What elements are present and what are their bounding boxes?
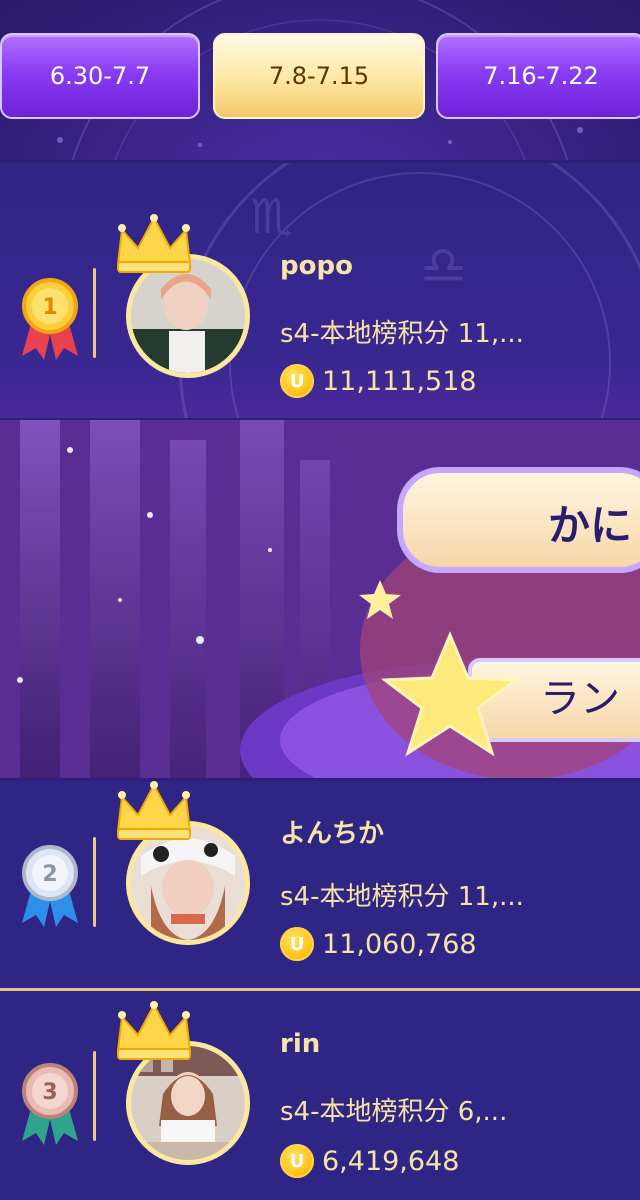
- svg-text:♏: ♏: [250, 189, 293, 245]
- bronze-medal-icon: 3: [22, 1063, 78, 1145]
- user-name: よんちか: [280, 819, 385, 849]
- svg-text:ラン: ラン: [540, 676, 620, 722]
- score-text: s4-本地榜积分 11,...: [280, 882, 524, 912]
- coin-icon: U: [280, 364, 314, 398]
- svg-text:♎: ♎: [420, 236, 467, 296]
- svg-text:2: 2: [42, 862, 57, 887]
- divider: [93, 1051, 96, 1141]
- top-band: 6.30-7.7 7.8-7.15 7.16-7.22: [0, 0, 640, 160]
- avatar-wrap[interactable]: [116, 1001, 250, 1165]
- avatar-wrap[interactable]: [116, 214, 250, 378]
- divider: [93, 268, 96, 358]
- crown-icon: [116, 1001, 192, 1060]
- event-banner[interactable]: かに ラン: [0, 420, 640, 778]
- crown-icon: [116, 781, 192, 840]
- divider: [93, 837, 96, 927]
- ranking-row-3[interactable]: 3 rin s4-本地榜积分 6,... U 6,419,648: [0, 991, 640, 1200]
- coin-count: U 11,111,518: [280, 361, 477, 401]
- svg-text:3: 3: [42, 1080, 57, 1105]
- gold-medal-icon: 1: [22, 278, 78, 360]
- user-name: rin: [280, 1029, 321, 1059]
- user-name: popo: [280, 251, 353, 281]
- coin-count: U 6,419,648: [280, 1141, 459, 1181]
- coin-icon: U: [280, 927, 314, 961]
- avatar-wrap[interactable]: [116, 781, 250, 945]
- score-text: s4-本地榜积分 11,...: [280, 319, 524, 349]
- silver-medal-icon: 2: [22, 845, 78, 927]
- svg-text:1: 1: [42, 295, 57, 320]
- score-text: s4-本地榜积分 6,...: [280, 1097, 508, 1127]
- ranking-row-2[interactable]: 2 よんちか s4-本地榜积分 11,... U 11,060,768: [0, 781, 640, 988]
- coin-count: U 11,060,768: [280, 924, 477, 964]
- tab-week-1[interactable]: 6.30-7.7: [0, 33, 200, 119]
- ranking-row-1[interactable]: ♏ ♎ 1 popo s4-本地榜积分 11,... U 11,111,518: [0, 163, 640, 418]
- coin-icon: U: [280, 1144, 314, 1178]
- tab-week-2[interactable]: 7.8-7.15: [213, 33, 425, 119]
- svg-text:かに: かに: [548, 501, 632, 550]
- banner-artwork: かに ラン: [0, 420, 640, 778]
- tab-week-3[interactable]: 7.16-7.22: [436, 33, 640, 119]
- crown-icon: [116, 214, 192, 273]
